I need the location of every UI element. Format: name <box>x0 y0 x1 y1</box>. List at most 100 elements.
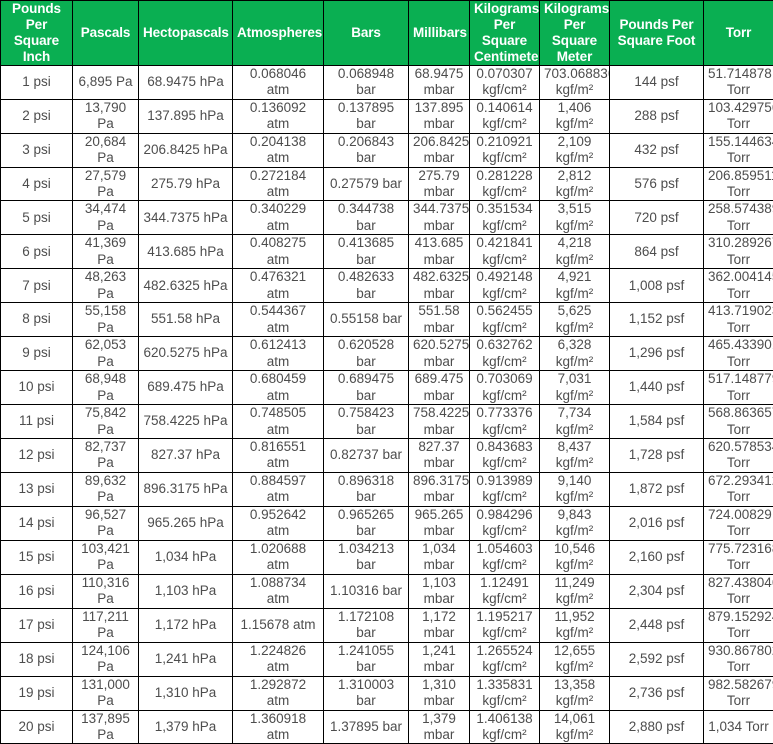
cell-mbar: 620.5275 mbar <box>409 337 470 371</box>
cell-psi: 19 psi <box>1 676 73 710</box>
cell-psf: 1,440 psf <box>610 371 704 405</box>
cell-kgm: 1,406 kgf/m² <box>540 99 610 133</box>
cell-kgcm: 1.406138 kgf/cm² <box>470 710 540 744</box>
cell-psf: 2,880 psf <box>610 710 704 744</box>
cell-hpa: 137.895 hPa <box>139 99 233 133</box>
cell-bar: 0.413685 bar <box>324 235 409 269</box>
column-header-torr: Torr <box>704 1 773 66</box>
cell-psf: 2,160 psf <box>610 540 704 574</box>
cell-mbar: 1,241 mbar <box>409 642 470 676</box>
cell-torr: 310.289267 Torr <box>704 235 773 269</box>
cell-hpa: 1,241 hPa <box>139 642 233 676</box>
table-row: 12 psi82,737 Pa827.37 hPa0.816551 atm0.8… <box>1 439 773 473</box>
cell-bar: 0.27579 bar <box>324 167 409 201</box>
cell-psi: 2 psi <box>1 99 73 133</box>
cell-torr: 1,034 Torr <box>704 710 773 744</box>
cell-bar: 0.206843 bar <box>324 133 409 167</box>
table-row: 7 psi48,263 Pa482.6325 hPa0.476321 atm0.… <box>1 269 773 303</box>
cell-torr: 517.148779 Torr <box>704 371 773 405</box>
cell-pa: 131,000 Pa <box>73 676 139 710</box>
cell-hpa: 896.3175 hPa <box>139 472 233 506</box>
cell-torr: 620.578534 Torr <box>704 439 773 473</box>
cell-kgcm: 1.12491 kgf/cm² <box>470 574 540 608</box>
table-row: 10 psi68,948 Pa689.475 hPa0.680459 atm0.… <box>1 371 773 405</box>
cell-psf: 2,448 psf <box>610 608 704 642</box>
cell-mbar: 827.37 mbar <box>409 439 470 473</box>
cell-atm: 0.952642 atm <box>233 506 324 540</box>
cell-psi: 17 psi <box>1 608 73 642</box>
cell-kgm: 3,515 kgf/m² <box>540 201 610 235</box>
cell-kgm: 5,625 kgf/m² <box>540 303 610 337</box>
column-header-pa: Pascals <box>73 1 139 66</box>
cell-psi: 12 psi <box>1 439 73 473</box>
cell-pa: 27,579 Pa <box>73 167 139 201</box>
cell-mbar: 1,310 mbar <box>409 676 470 710</box>
cell-psi: 15 psi <box>1 540 73 574</box>
cell-torr: 568.863657 Torr <box>704 405 773 439</box>
table-row: 1 psi6,895 Pa68.9475 hPa0.068046 atm0.06… <box>1 65 773 99</box>
table-row: 15 psi103,421 Pa1,034 hPa1.020688 atm1.0… <box>1 540 773 574</box>
cell-mbar: 206.8425 mbar <box>409 133 470 167</box>
cell-psi: 8 psi <box>1 303 73 337</box>
cell-atm: 0.136092 atm <box>233 99 324 133</box>
cell-psf: 1,584 psf <box>610 405 704 439</box>
cell-atm: 1.088734 atm <box>233 574 324 608</box>
cell-torr: 206.859511 Torr <box>704 167 773 201</box>
cell-torr: 775.723168 Torr <box>704 540 773 574</box>
cell-atm: 0.884597 atm <box>233 472 324 506</box>
cell-mbar: 689.475 mbar <box>409 371 470 405</box>
cell-mbar: 344.7375 mbar <box>409 201 470 235</box>
cell-kgm: 7,031 kgf/m² <box>540 371 610 405</box>
cell-pa: 117,211 Pa <box>73 608 139 642</box>
cell-psi: 5 psi <box>1 201 73 235</box>
table-row: 4 psi27,579 Pa275.79 hPa0.272184 atm0.27… <box>1 167 773 201</box>
cell-bar: 1.034213 bar <box>324 540 409 574</box>
table-row: 17 psi117,211 Pa1,172 hPa1.15678 atm1.17… <box>1 608 773 642</box>
cell-kgm: 14,061 kgf/m² <box>540 710 610 744</box>
cell-mbar: 1,379 mbar <box>409 710 470 744</box>
cell-psf: 2,736 psf <box>610 676 704 710</box>
cell-bar: 1.172108 bar <box>324 608 409 642</box>
cell-pa: 89,632 Pa <box>73 472 139 506</box>
cell-kgm: 2,812 kgf/m² <box>540 167 610 201</box>
cell-kgm: 8,437 kgf/m² <box>540 439 610 473</box>
cell-kgcm: 0.070307 kgf/cm² <box>470 65 540 99</box>
cell-psf: 864 psf <box>610 235 704 269</box>
cell-torr: 413.719023 Torr <box>704 303 773 337</box>
cell-mbar: 413.685 mbar <box>409 235 470 269</box>
cell-kgcm: 1.054603 kgf/cm² <box>470 540 540 574</box>
cell-hpa: 1,103 hPa <box>139 574 233 608</box>
column-header-mbar: Millibars <box>409 1 470 66</box>
table-row: 2 psi13,790 Pa137.895 hPa0.136092 atm0.1… <box>1 99 773 133</box>
cell-pa: 6,895 Pa <box>73 65 139 99</box>
table-row: 20 psi137,895 Pa1,379 hPa1.360918 atm1.3… <box>1 710 773 744</box>
cell-kgm: 2,109 kgf/m² <box>540 133 610 167</box>
cell-atm: 0.544367 atm <box>233 303 324 337</box>
cell-atm: 0.748505 atm <box>233 405 324 439</box>
cell-mbar: 896.3175 mbar <box>409 472 470 506</box>
cell-torr: 930.867802 Torr <box>704 642 773 676</box>
cell-mbar: 965.265 mbar <box>409 506 470 540</box>
cell-torr: 672.293412 Torr <box>704 472 773 506</box>
cell-kgcm: 1.195217 kgf/cm² <box>470 608 540 642</box>
cell-pa: 110,316 Pa <box>73 574 139 608</box>
cell-torr: 103.429756 Torr <box>704 99 773 133</box>
cell-torr: 724.00829 Torr <box>704 506 773 540</box>
table-row: 14 psi96,527 Pa965.265 hPa0.952642 atm0.… <box>1 506 773 540</box>
cell-psi: 9 psi <box>1 337 73 371</box>
cell-kgcm: 0.140614 kgf/cm² <box>470 99 540 133</box>
cell-torr: 827.438046 Torr <box>704 574 773 608</box>
cell-psi: 18 psi <box>1 642 73 676</box>
table-row: 13 psi89,632 Pa896.3175 hPa0.884597 atm0… <box>1 472 773 506</box>
cell-bar: 0.896318 bar <box>324 472 409 506</box>
cell-psi: 11 psi <box>1 405 73 439</box>
table-row: 11 psi75,842 Pa758.4225 hPa0.748505 atm0… <box>1 405 773 439</box>
cell-psf: 1,152 psf <box>610 303 704 337</box>
cell-kgm: 10,546 kgf/m² <box>540 540 610 574</box>
cell-mbar: 137.895 mbar <box>409 99 470 133</box>
table-row: 5 psi34,474 Pa344.7375 hPa0.340229 atm0.… <box>1 201 773 235</box>
cell-kgcm: 0.351534 kgf/cm² <box>470 201 540 235</box>
cell-kgcm: 0.703069 kgf/cm² <box>470 371 540 405</box>
cell-psf: 1,872 psf <box>610 472 704 506</box>
cell-torr: 982.582679 Torr <box>704 676 773 710</box>
